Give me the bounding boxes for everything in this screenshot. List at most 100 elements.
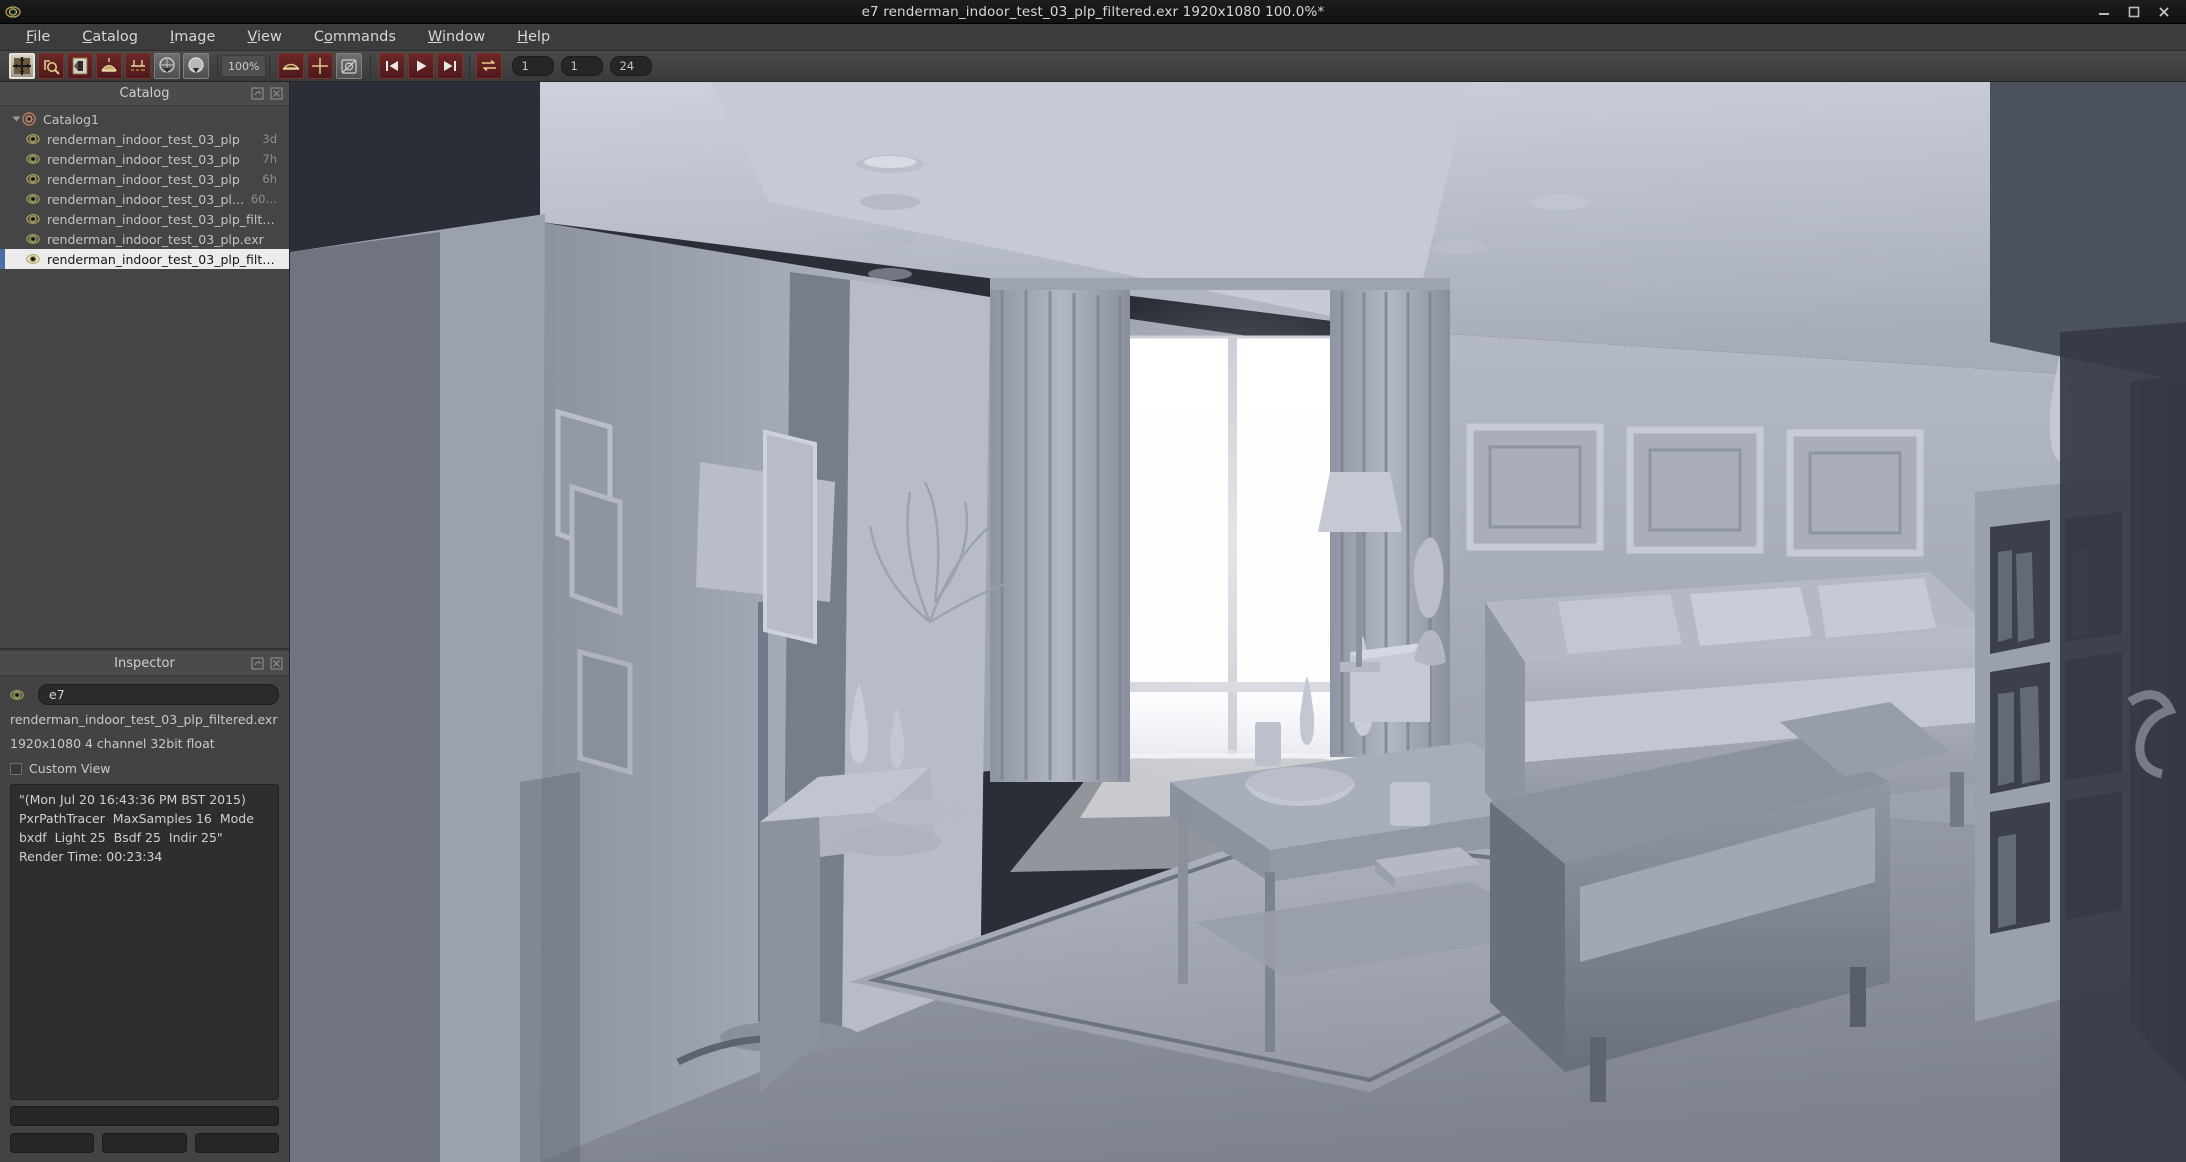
image-eye-icon (26, 132, 40, 146)
play-icon[interactable] (408, 53, 435, 79)
inspector-button-2[interactable] (102, 1133, 187, 1153)
maximize-button[interactable] (2126, 4, 2142, 20)
frame-current-field[interactable]: 1 (561, 56, 604, 76)
levels-icon[interactable] (125, 53, 151, 79)
catalog-header-buttons (250, 87, 289, 101)
expand-triangle-icon[interactable] (12, 116, 21, 122)
catalog-tree[interactable]: Catalog1 renderman_indoor_test_03_plp 3d r… (0, 106, 289, 648)
close-button[interactable] (2156, 4, 2172, 20)
catalog-item-age: 6h (262, 172, 277, 186)
crop-icon[interactable] (278, 53, 305, 79)
exposure-icon[interactable] (96, 53, 122, 79)
minimize-button[interactable] (2096, 4, 2112, 20)
menu-help[interactable]: Help (501, 26, 566, 48)
toolbar-separator-2 (269, 54, 271, 78)
left-dock: Catalog Catalog1 renderman_indoor_test_0… (0, 82, 290, 1162)
menu-bar: File Catalog Image View Commands Window … (0, 24, 2186, 51)
catalog-close-icon[interactable] (269, 87, 283, 101)
rendered-image (290, 82, 2186, 1162)
menu-image[interactable]: Image (154, 26, 231, 48)
inspector-header-buttons (250, 657, 289, 671)
catalog-item[interactable]: renderman_indoor_test_03_plp_filter… (0, 249, 289, 269)
catalog-item[interactable]: renderman_indoor_test_03_plp 6h (0, 169, 289, 189)
inspector-format: 1920x1080 4 channel 32bit float (10, 736, 215, 752)
catalog-root-node[interactable]: Catalog1 (0, 109, 289, 129)
inspector-body: e7 renderman_indoor_test_03_plp_filtered… (0, 676, 289, 1106)
toolbar-group-view (4, 51, 214, 81)
window-title: e7 renderman_indoor_test_03_plp_filtered… (861, 3, 1325, 20)
image-name-field[interactable]: e7 (38, 684, 279, 705)
zoom-region-icon[interactable] (38, 53, 64, 79)
catalog-item-label: renderman_indoor_test_03_plp.exr (47, 191, 251, 207)
catalog-item[interactable]: renderman_indoor_test_03_plp.exr 60… (0, 189, 289, 209)
catalog-item[interactable]: renderman_indoor_test_03_plp_filter… (0, 209, 289, 229)
catalog-float-icon[interactable] (250, 87, 264, 101)
pixel-probe-icon[interactable] (154, 53, 180, 79)
image-eye-icon (26, 192, 40, 206)
loop-icon[interactable] (476, 53, 503, 79)
title-bar: e7 renderman_indoor_test_03_plp_filtered… (0, 0, 2186, 24)
frame-end-field[interactable]: 24 (610, 56, 653, 76)
frame-start-field[interactable]: 1 (512, 56, 555, 76)
catalog-item-age: 7h (262, 152, 277, 166)
toolbar-frame-fields: 1 1 24 (507, 51, 661, 81)
menu-catalog[interactable]: Catalog (66, 26, 154, 48)
image-viewport[interactable] (290, 82, 2186, 1162)
inspector-wide-button[interactable] (10, 1106, 279, 1126)
catalog-item[interactable]: renderman_indoor_test_03_plp 7h (0, 149, 289, 169)
catalog-icon (22, 112, 36, 126)
application-window: e7 renderman_indoor_test_03_plp_filtered… (0, 0, 2186, 1162)
custom-view-label: Custom View (29, 761, 111, 777)
menu-commands[interactable]: Commands (298, 26, 412, 48)
image-metadata-box: "(Mon Jul 20 16:43:36 PM BST 2015) PxrPa… (10, 784, 279, 1100)
inspector-button-1[interactable] (10, 1133, 95, 1153)
toolbar: 100% 1 1 24 (0, 51, 2186, 82)
image-eye-icon (26, 172, 40, 186)
zoom-level-field[interactable]: 100% (221, 55, 267, 77)
toolbar-separator-4 (469, 54, 471, 78)
catalog-item-label: renderman_indoor_test_03_plp (47, 171, 240, 187)
image-eye-icon (26, 232, 40, 246)
image-eye-icon (26, 212, 40, 226)
inspector-panel-header: Inspector (0, 652, 289, 676)
toolbar-separator-3 (370, 54, 372, 78)
toolbar-separator-1 (217, 54, 218, 78)
inspector-filename: renderman_indoor_test_03_plp_filtered.ex… (10, 712, 278, 727)
image-eye-icon (10, 688, 24, 702)
compare-split-icon[interactable] (67, 53, 93, 79)
inspector-button-3[interactable] (194, 1133, 279, 1153)
catalog-item-label: renderman_indoor_test_03_plp (47, 131, 240, 147)
menu-view[interactable]: View (231, 26, 297, 48)
first-frame-icon[interactable] (379, 53, 406, 79)
custom-view-checkbox[interactable] (10, 762, 22, 775)
menu-file[interactable]: File (10, 26, 66, 48)
main-body: Catalog Catalog1 renderman_indoor_test_0… (0, 82, 2186, 1162)
crosshair-icon[interactable] (307, 53, 334, 79)
catalog-item-age: 3d (262, 132, 277, 146)
snapshot-icon[interactable] (336, 53, 363, 79)
image-eye-icon (26, 252, 40, 266)
inspector-float-icon[interactable] (250, 657, 264, 671)
catalog-panel-title: Catalog (119, 86, 170, 101)
inspector-panel: Inspector e7 renderman_indoor_test_03_pl… (0, 652, 289, 1162)
pixel-readout-icon[interactable] (183, 53, 209, 79)
grid-overlay-icon[interactable] (9, 53, 35, 79)
menu-window[interactable]: Window (412, 26, 501, 48)
catalog-item-label: renderman_indoor_test_03_plp_filter… (47, 211, 277, 227)
catalog-root-label: Catalog1 (43, 111, 99, 127)
inspector-name-row: e7 (10, 684, 279, 705)
catalog-item[interactable]: renderman_indoor_test_03_plp 3d (0, 129, 289, 149)
eye-logo-icon (2, 1, 24, 23)
custom-view-row[interactable]: Custom View (10, 761, 279, 776)
toolbar-group-playback (374, 51, 507, 81)
last-frame-icon[interactable] (437, 53, 464, 79)
window-controls (2096, 4, 2186, 20)
inspector-panel-title: Inspector (114, 656, 175, 671)
catalog-item[interactable]: renderman_indoor_test_03_plp.exr (0, 229, 289, 249)
catalog-item-age: 60… (250, 192, 277, 206)
image-eye-icon (26, 152, 40, 166)
inspector-close-icon[interactable] (269, 657, 283, 671)
catalog-item-label: renderman_indoor_test_03_plp_filter… (47, 251, 277, 267)
catalog-panel-header: Catalog (0, 82, 289, 106)
toolbar-group-tools (273, 51, 367, 81)
